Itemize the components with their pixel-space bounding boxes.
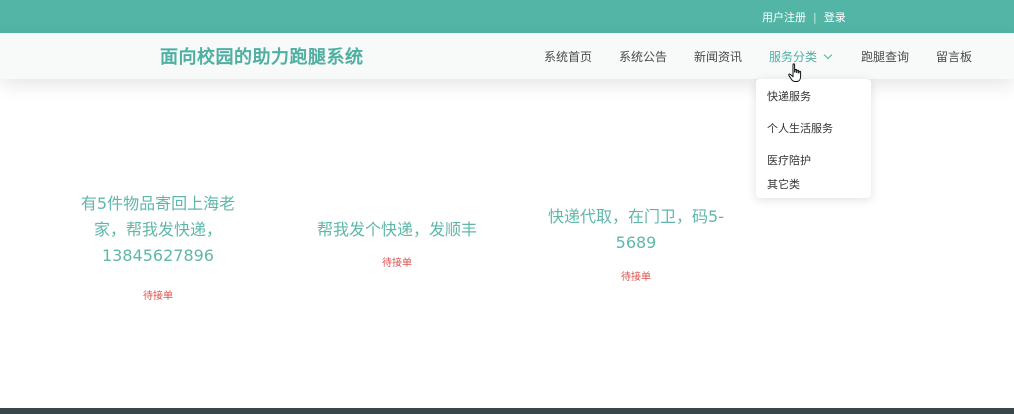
login-link[interactable]: 登录: [824, 11, 846, 24]
card-title[interactable]: 有5件物品寄回上海老家，帮我发快递，13845627896: [68, 191, 248, 269]
card-title[interactable]: 帮我发个快递，发顺丰: [296, 217, 498, 243]
chevron-down-icon: [823, 50, 833, 60]
dropdown-item-personal-life[interactable]: 个人生活服务: [767, 120, 833, 136]
nav-announcements[interactable]: 系统公告: [619, 48, 667, 65]
errand-card[interactable]: 帮我发个快递，发顺丰 待接单: [296, 217, 498, 269]
site-title[interactable]: 面向校园的助力跑腿系统: [160, 43, 364, 69]
nav-errand-query[interactable]: 跑腿查询: [861, 48, 909, 65]
card-status: 待接单: [143, 291, 173, 302]
nav-message-board[interactable]: 留言板: [936, 48, 972, 65]
nav-home[interactable]: 系统首页: [544, 48, 592, 65]
nav-news[interactable]: 新闻资讯: [694, 48, 742, 65]
card-status: 待接单: [621, 272, 651, 283]
auth-links: 用户注册 | 登录: [762, 9, 846, 25]
nav-service-category-label: 服务分类: [769, 50, 818, 64]
footer-bar: [0, 408, 1014, 414]
header: 面向校园的助力跑腿系统 系统首页 系统公告 新闻资讯 服务分类 跑腿查询 留言板: [0, 33, 1014, 79]
register-link[interactable]: 用户注册: [762, 11, 806, 24]
hand-cursor-icon: [788, 63, 802, 82]
service-category-dropdown: 快递服务 个人生活服务 医疗陪护 其它类: [756, 79, 871, 198]
auth-separator: |: [813, 11, 817, 24]
errand-card[interactable]: 快递代取，在门卫，码5-5689 待接单: [536, 204, 736, 283]
card-title[interactable]: 快递代取，在门卫，码5-5689: [536, 204, 736, 256]
dropdown-item-medical-escort[interactable]: 医疗陪护: [767, 152, 811, 168]
dropdown-item-other[interactable]: 其它类: [767, 176, 800, 192]
top-bar: 用户注册 | 登录: [0, 0, 1014, 33]
errand-card[interactable]: 有5件物品寄回上海老家，帮我发快递，13845627896 待接单: [68, 191, 248, 302]
card-status: 待接单: [382, 258, 412, 269]
dropdown-item-express[interactable]: 快递服务: [767, 88, 811, 104]
